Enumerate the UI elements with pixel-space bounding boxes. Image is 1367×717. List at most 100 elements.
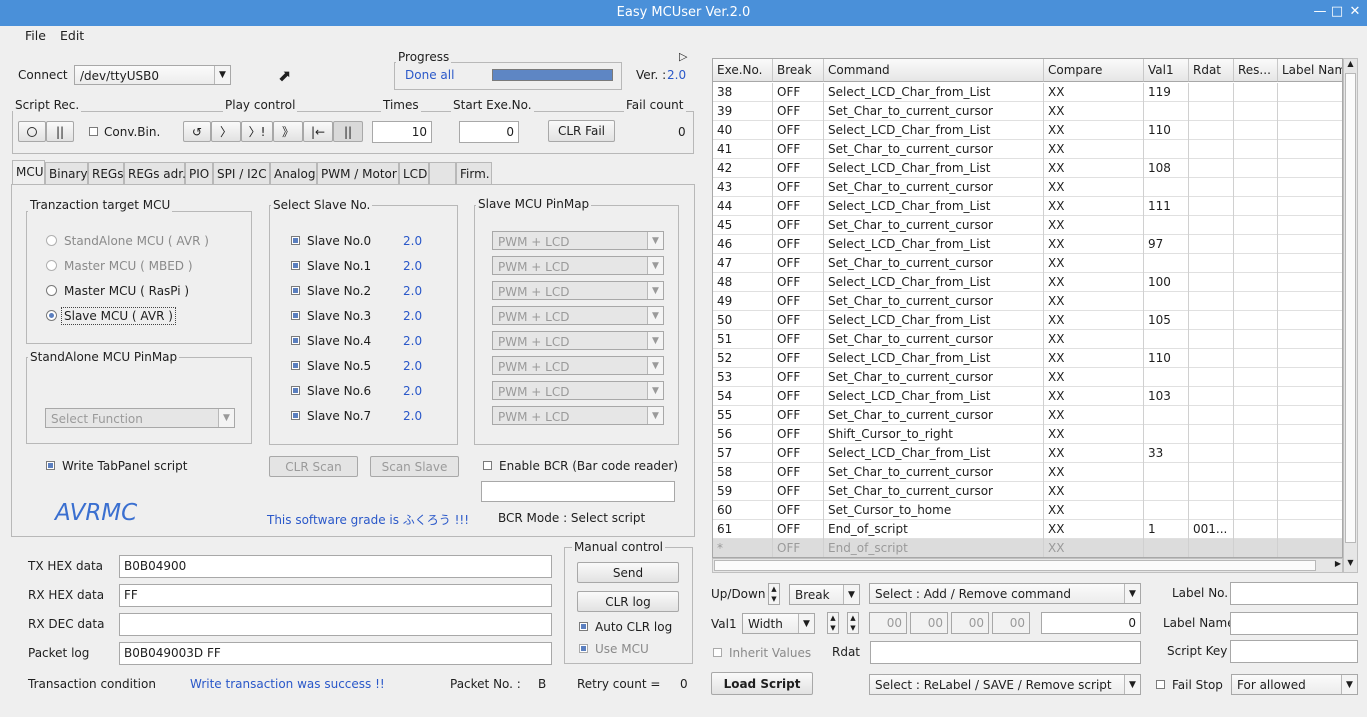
horizontal-scrollbar[interactable]: ▶ [712,558,1343,573]
table-row[interactable]: 40 OFF Select_LCD_Char_from_List XX 110 [713,121,1342,140]
table-row[interactable]: 60 OFF Set_Cursor_to_home XX [713,501,1342,520]
break-select[interactable]: Break ▼ [789,584,860,605]
radio-master-raspi[interactable] [46,285,57,296]
select-function-combo[interactable]: Select Function ▼ [45,408,235,428]
tab-spi-i2c[interactable]: SPI / I2C [213,162,270,184]
tab-pio[interactable]: PIO [185,162,213,184]
table-row[interactable]: 50 OFF Select_LCD_Char_from_List XX 105 [713,311,1342,330]
updown-spinner[interactable]: ▲ ▼ [768,583,780,605]
record-button[interactable] [18,121,46,142]
column-header[interactable]: Break [773,59,824,82]
table-row[interactable]: 61 OFF End_of_script XX 1 001... [713,520,1342,539]
scroll-down-icon[interactable]: ▼ [1344,558,1357,572]
conv-bin-checkbox[interactable] [89,127,98,136]
slave-pinmap-select[interactable]: PWM + LCD ▼ [492,306,664,325]
table-row[interactable]: 46 OFF Select_LCD_Char_from_List XX 97 [713,235,1342,254]
tab-pwm-motor[interactable]: PWM / Motor [317,162,399,184]
table-row[interactable]: 52 OFF Select_LCD_Char_from_List XX 110 [713,349,1342,368]
radio-standalone-avr[interactable] [46,235,57,246]
column-header[interactable]: Rdat [1189,59,1234,82]
close-icon[interactable]: ✕ [1346,3,1364,21]
label-name-input[interactable] [1230,612,1358,635]
script-table[interactable]: Exe.No. Break Command Compare Val1 Rdat Res...… [712,58,1343,558]
run-button[interactable]: 》 [273,121,303,142]
tx-hex-field[interactable]: B0B04900 [119,555,552,578]
step-button[interactable]: 〉 [211,121,241,142]
menu-edit[interactable]: Edit [60,28,84,43]
table-row[interactable]: 58 OFF Set_Char_to_current_cursor XX [713,463,1342,482]
horizontal-scroll-thumb[interactable] [714,560,1316,571]
table-row[interactable]: 53 OFF Set_Char_to_current_cursor XX [713,368,1342,387]
val1-spinner-b[interactable]: ▲ ▼ [847,612,859,634]
table-row[interactable]: 57 OFF Select_LCD_Char_from_List XX 33 [713,444,1342,463]
slave-checkbox[interactable] [291,386,300,395]
tab-regs-adr[interactable]: REGs adr. [124,162,186,184]
table-row[interactable]: 51 OFF Set_Char_to_current_cursor XX [713,330,1342,349]
port-select[interactable]: /dev/ttyUSB0 ▼ [74,65,231,85]
table-row[interactable]: 55 OFF Set_Char_to_current_cursor XX [713,406,1342,425]
script-key-input[interactable] [1230,640,1358,663]
slave-pinmap-select[interactable]: PWM + LCD ▼ [492,406,664,425]
slave-pinmap-select[interactable]: PWM + LCD ▼ [492,231,664,250]
fail-stop-checkbox[interactable] [1156,680,1165,689]
scroll-up-icon[interactable]: ▲ [1344,59,1357,73]
rewind-button[interactable]: |← [303,121,333,142]
use-mcu-checkbox[interactable] [579,644,588,653]
scan-slave-button[interactable]: Scan Slave [370,456,459,477]
auto-clr-log-checkbox[interactable] [579,622,588,631]
table-row[interactable]: * OFF End_of_script XX [713,539,1342,557]
table-row[interactable]: 45 OFF Set_Char_to_current_cursor XX [713,216,1342,235]
clr-log-button[interactable]: CLR log [577,591,679,612]
tab-mcu[interactable]: MCU [12,160,45,184]
slave-pinmap-select[interactable]: PWM + LCD ▼ [492,281,664,300]
column-header[interactable]: Exe.No. [713,59,773,82]
table-row[interactable]: 49 OFF Set_Char_to_current_cursor XX [713,292,1342,311]
for-allowed-select[interactable]: For allowed ▼ [1231,674,1358,695]
tab-analog[interactable]: Analog [270,162,317,184]
column-header[interactable]: Val1 [1144,59,1189,82]
column-header[interactable]: Label Name [1278,59,1342,82]
slave-pinmap-select[interactable]: PWM + LCD ▼ [492,331,664,350]
table-row[interactable]: 38 OFF Select_LCD_Char_from_List XX 119 [713,83,1342,102]
slave-checkbox[interactable] [291,361,300,370]
clr-fail-button[interactable]: CLR Fail [548,120,615,142]
table-row[interactable]: 59 OFF Set_Char_to_current_cursor XX [713,482,1342,501]
bcr-input[interactable] [481,481,675,502]
val1-spinner-a[interactable]: ▲ ▼ [827,612,839,634]
menu-file[interactable]: File [25,28,46,43]
table-row[interactable]: 43 OFF Set_Char_to_current_cursor XX [713,178,1342,197]
slave-pinmap-select[interactable]: PWM + LCD ▼ [492,381,664,400]
write-tabpanel-checkbox[interactable] [46,461,55,470]
width-select[interactable]: Width ▼ [742,613,815,634]
step-check-button[interactable]: 〉! [241,121,273,142]
rx-dec-field[interactable] [119,613,552,636]
column-header[interactable]: Res... [1234,59,1278,82]
slave-checkbox[interactable] [291,336,300,345]
label-no-input[interactable] [1230,582,1358,605]
tab-regs[interactable]: REGs [88,162,124,184]
slave-checkbox[interactable] [291,311,300,320]
radio-master-mbed[interactable] [46,260,57,271]
command-select[interactable]: Select : Add / Remove command ▼ [869,583,1141,604]
val1-input[interactable]: 0 [1041,612,1141,634]
start-exe-input[interactable]: 0 [459,121,519,143]
rec-pause-button[interactable]: || [46,121,74,142]
rx-hex-field[interactable]: FF [119,584,552,607]
rdat-input[interactable] [870,641,1141,664]
hex-field-0[interactable]: 00 [869,612,907,634]
column-header[interactable]: Compare [1044,59,1144,82]
table-row[interactable]: 48 OFF Select_LCD_Char_from_List XX 100 [713,273,1342,292]
table-row[interactable]: 39 OFF Set_Char_to_current_cursor XX [713,102,1342,121]
slave-pinmap-select[interactable]: PWM + LCD ▼ [492,356,664,375]
clr-scan-button[interactable]: CLR Scan [269,456,358,477]
packet-log-field[interactable]: B0B049003D FF [119,642,552,665]
inherit-values-checkbox[interactable] [713,648,722,657]
table-row[interactable]: 47 OFF Set_Char_to_current_cursor XX [713,254,1342,273]
maximize-icon[interactable]: □ [1328,3,1346,21]
slave-checkbox[interactable] [291,236,300,245]
vertical-scroll-thumb[interactable] [1345,73,1356,543]
relabel-select[interactable]: Select : ReLabel / SAVE / Remove script … [869,674,1141,695]
table-row[interactable]: 56 OFF Shift_Cursor_to_right XX [713,425,1342,444]
slave-checkbox[interactable] [291,411,300,420]
load-script-button[interactable]: Load Script [711,672,813,695]
